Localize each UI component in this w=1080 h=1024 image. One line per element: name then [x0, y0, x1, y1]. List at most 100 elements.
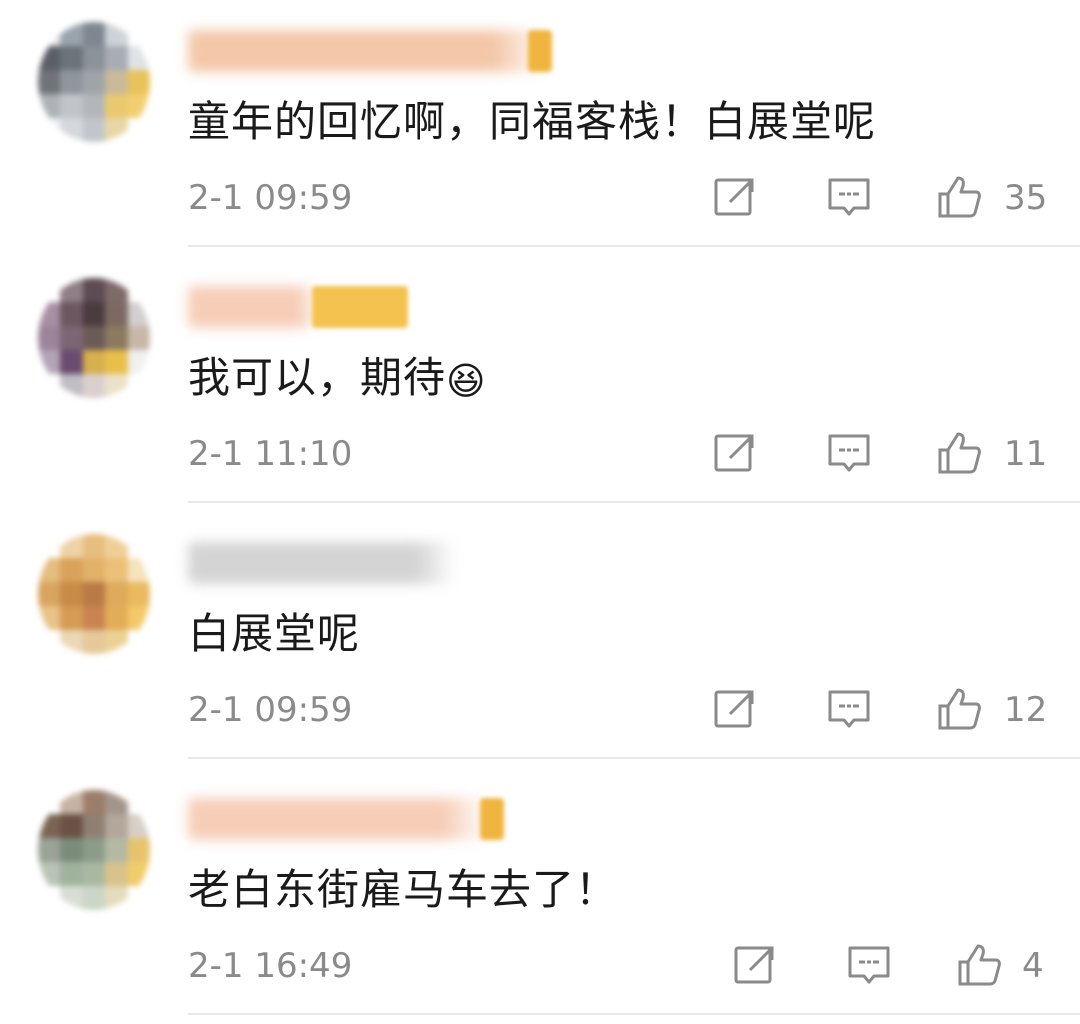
comment-item: 我可以，期待😆 2-1 11:10 11 [0, 256, 1080, 512]
avatar-pixel [127, 558, 150, 582]
avatar-pixel [38, 46, 61, 70]
comment-text: 我可以，期待😆 [188, 350, 487, 409]
avatar[interactable] [38, 278, 150, 398]
avatar-pixel [38, 22, 61, 46]
avatar-pixel [60, 558, 83, 582]
avatar-pixel [82, 302, 106, 326]
share-icon[interactable] [712, 686, 758, 732]
avatar-pixel [127, 118, 150, 142]
avatar-pixel [105, 94, 128, 118]
share-icon[interactable] [732, 942, 778, 988]
username-blurred[interactable] [188, 286, 318, 328]
avatar-pixel [38, 790, 61, 814]
avatar-pixel [105, 630, 128, 654]
comment-item: 白展堂呢 2-1 09:59 12 [0, 512, 1080, 768]
avatar-pixel [127, 70, 150, 94]
avatar-pixel [82, 606, 106, 630]
avatar-pixel [127, 790, 150, 814]
avatar-pixel [127, 606, 150, 630]
avatar-pixel [82, 838, 106, 862]
comment-icon[interactable] [826, 430, 872, 476]
avatar-pixel [82, 70, 106, 94]
avatar-pixel [60, 118, 83, 142]
comment-item: 童年的回忆啊，同福客栈！白展堂呢 2-1 09:59 35 [0, 0, 1080, 256]
comment-time: 2-1 09:59 [188, 690, 353, 730]
comment-time: 2-1 16:49 [188, 946, 353, 986]
comment-text: 白展堂呢 [188, 609, 361, 658]
avatar-pixel [60, 606, 83, 630]
avatar-pixel [60, 302, 83, 326]
comment-time: 2-1 11:10 [188, 434, 353, 474]
avatar-pixel [127, 582, 150, 606]
avatar-pixel [105, 22, 128, 46]
username-blurred[interactable] [188, 30, 548, 72]
avatar-pixel [82, 886, 106, 910]
avatar-pixel [105, 118, 128, 142]
avatar-pixel [60, 862, 83, 886]
avatar-pixel [60, 94, 83, 118]
avatar-pixel [105, 558, 128, 582]
avatar[interactable] [38, 534, 150, 654]
share-icon[interactable] [712, 174, 758, 220]
avatar-pixel [127, 862, 150, 886]
avatar-pixel [38, 582, 61, 606]
avatar-pixel [82, 118, 106, 142]
like-count: 11 [1004, 434, 1048, 474]
avatar-pixel [82, 534, 106, 558]
divider [188, 245, 1080, 247]
avatar-pixel [60, 886, 83, 910]
avatar-pixel [82, 374, 106, 398]
username-blurred[interactable] [188, 798, 488, 840]
avatar-pixel [105, 886, 128, 910]
avatar-pixel [82, 94, 106, 118]
avatar-pixel [82, 790, 106, 814]
avatar-pixel [127, 534, 150, 558]
thumbs-up-icon[interactable] [956, 942, 1002, 988]
avatar[interactable] [38, 790, 150, 910]
avatar-pixel [60, 278, 83, 302]
avatar-pixel [38, 302, 61, 326]
avatar[interactable] [38, 22, 150, 142]
comment-icon[interactable] [826, 686, 872, 732]
avatar-pixel [127, 302, 150, 326]
avatar-pixel [60, 374, 83, 398]
avatar-pixel [60, 70, 83, 94]
avatar-pixel [82, 814, 106, 838]
avatar-pixel [60, 350, 83, 374]
avatar-pixel [60, 630, 83, 654]
avatar-pixel [127, 278, 150, 302]
avatar-pixel [38, 118, 61, 142]
avatar-pixel [127, 46, 150, 70]
thumbs-up-icon[interactable] [936, 430, 982, 476]
avatar-pixel [105, 374, 128, 398]
avatar-pixel [127, 94, 150, 118]
laughing-emoji-icon: 😆 [446, 359, 487, 403]
avatar-pixel [105, 582, 128, 606]
avatar-pixel [105, 838, 128, 862]
comment-icon[interactable] [826, 174, 872, 220]
avatar-pixel [127, 814, 150, 838]
like-count: 35 [1004, 178, 1048, 218]
avatar-pixel [105, 350, 128, 374]
avatar-pixel [82, 862, 106, 886]
avatar-pixel [82, 582, 106, 606]
avatar-pixel [127, 374, 150, 398]
comment-text: 童年的回忆啊，同福客栈！白展堂呢 [188, 97, 877, 146]
thumbs-up-icon[interactable] [936, 686, 982, 732]
avatar-pixel [82, 22, 106, 46]
avatar-pixel [38, 278, 61, 302]
avatar-pixel [38, 534, 61, 558]
avatar-pixel [38, 326, 61, 350]
thumbs-up-icon[interactable] [936, 174, 982, 220]
comment-icon[interactable] [846, 942, 892, 988]
avatar-pixel [127, 326, 150, 350]
avatar-pixel [127, 886, 150, 910]
share-icon[interactable] [712, 430, 758, 476]
avatar-pixel [82, 558, 106, 582]
username-blurred[interactable] [188, 542, 456, 584]
avatar-pixel [105, 278, 128, 302]
avatar-pixel [127, 350, 150, 374]
avatar-pixel [105, 70, 128, 94]
avatar-pixel [105, 46, 128, 70]
avatar-pixel [38, 94, 61, 118]
